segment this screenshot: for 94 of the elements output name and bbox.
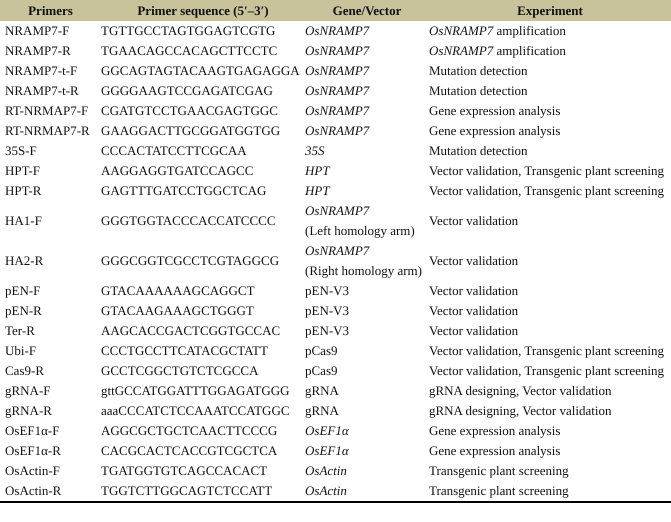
- table-cell: CCCACTATCCTTCGCAA: [101, 143, 247, 158]
- table-cell-text: OsActin: [305, 482, 348, 500]
- table-cell: HA1-F: [5, 213, 42, 228]
- table-cell-text: 35S: [305, 142, 326, 160]
- column-header: Primers: [28, 2, 73, 18]
- column-header: Gene/Vector: [332, 2, 402, 18]
- table-cell: NRAMP7-t-F: [5, 63, 78, 78]
- table-cell: RT-NRMAP7-R: [5, 123, 90, 138]
- column-header: Primer sequence (5′–3′): [137, 2, 269, 18]
- column-header: Experiment: [517, 2, 583, 18]
- table-cell-text: HPT: [305, 182, 332, 200]
- table-cell-text: OsActin: [305, 462, 348, 480]
- table-cell: gRNA-F: [5, 383, 51, 398]
- table-cell: Ter-R: [5, 323, 35, 338]
- table-cell: Vector validation: [429, 253, 518, 268]
- table-cell-text: pCas9: [305, 362, 338, 380]
- table-cell: gttGCCATGGATTTGGAGATGGG: [101, 383, 290, 398]
- table-cell: Vector validation: [429, 303, 518, 318]
- table-cell: Gene expression analysis: [429, 423, 560, 438]
- table-cell-text: pEN-V3: [305, 282, 350, 300]
- table-cell: GAGTTTGATCCTGGCTCAG: [101, 183, 266, 198]
- table-cell: GAAGGACTTGCGGATGGTGG: [101, 123, 280, 138]
- table-cell: CGATGTCCTGAACGAGTGGC: [101, 103, 278, 118]
- table-cell: Gene expression analysis: [429, 123, 560, 138]
- table-cell-text: (Left homology arm): [305, 222, 416, 240]
- table-cell-text: OsNRAMP7: [305, 82, 371, 100]
- table-cell: GTACAAAAAAGCAGGCT: [101, 283, 255, 298]
- table-cell: GGGCGGTCGCCTCGTAGGCG: [101, 253, 280, 268]
- table-cell: RT-NRMAP7-F: [5, 103, 88, 118]
- table-cell: Vector validation, Transgenic plant screening: [429, 343, 664, 358]
- table-cell: TGTTGCCTAGTGGAGTCGTG: [101, 23, 276, 38]
- table-cell: pEN-R: [5, 303, 42, 318]
- table-cell: AAGCACCGACTCGGTGCCAC: [101, 323, 280, 338]
- table-cell: Cas9-R: [5, 363, 44, 378]
- table-cell: NRAMP7-t-R: [5, 83, 79, 98]
- table-cell: Gene expression analysis: [429, 103, 560, 118]
- table-cell-text: OsNRAMP7: [305, 42, 371, 60]
- table-cell: gRNA designing, Vector validation: [429, 383, 612, 398]
- table-cell: Vector validation: [429, 283, 518, 298]
- table-cell: OsActin-R: [5, 483, 62, 498]
- table-cell: gRNA designing, Vector validation: [429, 403, 612, 418]
- table-cell: OsEF1α-R: [5, 443, 61, 458]
- table-cell: CACGCACTCACCGTCGCTCA: [101, 443, 278, 458]
- table-cell: HA2-R: [5, 253, 44, 268]
- table-cell-text: OsNRAMP7: [305, 62, 371, 80]
- table-cell: OsEF1α-F: [5, 423, 60, 438]
- table-cell: OsNRAMP7 amplification: [429, 23, 566, 38]
- table-cell: NRAMP7-F: [5, 23, 70, 38]
- table-cell-text: gRNA: [305, 402, 340, 420]
- table-cell: OsActin-F: [5, 463, 60, 478]
- table-cell: aaaCCCATCTCCAAATCCATGGC: [101, 403, 290, 418]
- table-cell: Vector validation: [429, 213, 518, 228]
- table-cell: Vector validation, Transgenic plant screening: [429, 163, 664, 178]
- table-cell: pEN-F: [5, 283, 40, 298]
- table-cell: Mutation detection: [429, 143, 528, 158]
- table-cell: TGATGGTGTCAGCCACACT: [101, 463, 268, 478]
- table-cell: GGGTGGTACCCACCATCCCC: [101, 213, 276, 228]
- table-cell: Vector validation, Transgenic plant screening: [429, 183, 664, 198]
- table-cell: Gene expression analysis: [429, 443, 560, 458]
- table-cell: GGGGAAGTCCGAGATCGAG: [101, 83, 273, 98]
- table-cell-text: OsEF1α: [305, 422, 350, 440]
- table-cell: TGAACAGCCACAGCTTCCTC: [101, 43, 278, 58]
- table-cell-text: OsNRAMP7: [305, 202, 371, 220]
- table-cell: TGGTCTTGGCAGTCTCCATT: [101, 483, 272, 498]
- table-cell-text: OsEF1α: [305, 442, 350, 460]
- table-cell-text: pCas9: [305, 342, 338, 360]
- table-cell: HPT-F: [5, 163, 40, 178]
- table-cell-text: OsNRAMP7: [305, 102, 371, 120]
- table-cell: NRAMP7-R: [5, 43, 71, 58]
- table-cell-text: pEN-V3: [305, 322, 350, 340]
- table-cell: AGGCGCTGCTCAACTTCCCG: [101, 423, 278, 438]
- table-cell: AAGGAGGTGATCCAGCC: [101, 163, 254, 178]
- table-cell: GTACAAGAAAGCTGGGT: [101, 303, 254, 318]
- table-cell-text: (Right homology arm): [305, 262, 423, 280]
- table-cell: Mutation detection: [429, 83, 528, 98]
- table-cell: OsNRAMP7 amplification: [429, 43, 566, 58]
- table-cell: Transgenic plant screening: [429, 463, 569, 478]
- table-cell: GGCAGTAGTACAAGTGAGAGGA: [101, 63, 300, 78]
- table-cell: gRNA-R: [5, 403, 52, 418]
- table-cell-text: pEN-V3: [305, 302, 350, 320]
- table-cell: Ubi-F: [5, 343, 36, 358]
- table-cell-text: OsNRAMP7: [305, 122, 371, 140]
- table-cell-text: gRNA: [305, 382, 340, 400]
- table-cell: 35S-F: [5, 143, 37, 158]
- table-cell: Vector validation, Transgenic plant screening: [429, 363, 664, 378]
- table-cell: GCCTCGGCTGTCTCGCCA: [101, 363, 258, 378]
- table-cell: HPT-R: [5, 183, 42, 198]
- table-cell-text: OsNRAMP7: [305, 242, 371, 260]
- table-cell-text: OsNRAMP7: [305, 22, 371, 40]
- table-cell: Vector validation: [429, 323, 518, 338]
- table-cell: CCCTGCCTTCATACGCTATT: [101, 343, 268, 358]
- table-cell-text: HPT: [305, 162, 332, 180]
- table-cell: Transgenic plant screening: [429, 483, 569, 498]
- table-cell: Mutation detection: [429, 63, 528, 78]
